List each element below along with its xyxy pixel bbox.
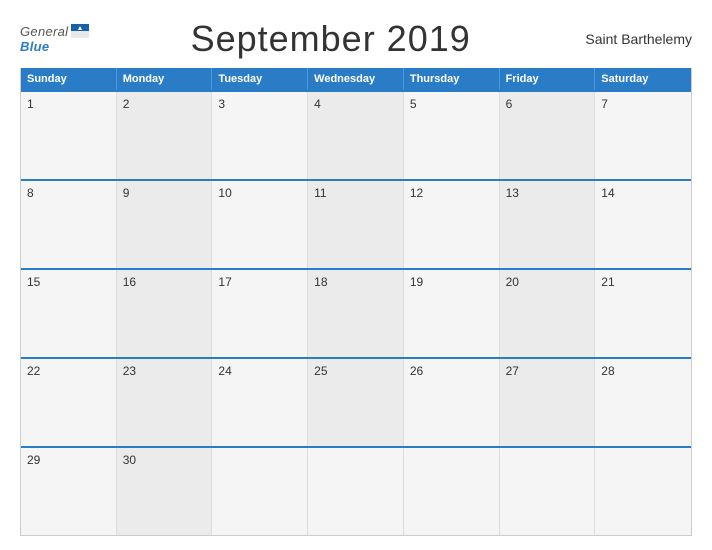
day-number: 20	[506, 275, 519, 289]
day-number: 4	[314, 97, 321, 111]
day-cell: 29	[21, 448, 117, 535]
day-number: 7	[601, 97, 608, 111]
weekdays-row: SundayMondayTuesdayWednesdayThursdayFrid…	[21, 68, 691, 90]
weekday-thursday: Thursday	[404, 68, 500, 90]
day-cell: 30	[117, 448, 213, 535]
day-cell: 22	[21, 359, 117, 446]
logo: General Blue	[20, 24, 89, 54]
day-cell	[308, 448, 404, 535]
day-number: 22	[27, 364, 40, 378]
logo-blue-text: Blue	[20, 39, 49, 54]
day-number: 16	[123, 275, 136, 289]
day-cell: 8	[21, 181, 117, 268]
day-number: 25	[314, 364, 327, 378]
day-cell: 12	[404, 181, 500, 268]
day-cell: 10	[212, 181, 308, 268]
day-cell: 20	[500, 270, 596, 357]
day-cell: 24	[212, 359, 308, 446]
day-cell: 7	[595, 92, 691, 179]
day-number: 21	[601, 275, 614, 289]
week-row-5: 29 30	[21, 446, 691, 535]
day-cell: 13	[500, 181, 596, 268]
day-cell: 15	[21, 270, 117, 357]
logo-flag-icon	[71, 24, 89, 38]
day-number: 12	[410, 186, 423, 200]
day-number: 23	[123, 364, 136, 378]
day-number: 24	[218, 364, 231, 378]
day-cell: 9	[117, 181, 213, 268]
day-cell: 21	[595, 270, 691, 357]
weekday-saturday: Saturday	[595, 68, 691, 90]
header: General Blue September 2019 Saint Barthe…	[20, 18, 692, 60]
day-number: 1	[27, 97, 34, 111]
day-cell: 19	[404, 270, 500, 357]
day-number: 8	[27, 186, 34, 200]
week-row-1: 1 2 3 4 5 6 7	[21, 90, 691, 179]
day-cell	[404, 448, 500, 535]
week-row-4: 22 23 24 25 26 27 28	[21, 357, 691, 446]
day-number: 2	[123, 97, 130, 111]
day-number: 14	[601, 186, 614, 200]
day-cell: 11	[308, 181, 404, 268]
weeks-container: 1234567891011121314151617181920212223242…	[21, 90, 691, 535]
day-cell: 1	[21, 92, 117, 179]
day-number: 17	[218, 275, 231, 289]
weekday-friday: Friday	[500, 68, 596, 90]
logo-general-text: General	[20, 24, 68, 39]
day-number: 6	[506, 97, 513, 111]
day-cell: 16	[117, 270, 213, 357]
week-row-3: 15 16 17 18 19 20 21	[21, 268, 691, 357]
day-cell: 26	[404, 359, 500, 446]
day-cell	[212, 448, 308, 535]
day-cell	[595, 448, 691, 535]
day-cell	[500, 448, 596, 535]
day-number: 19	[410, 275, 423, 289]
day-cell: 2	[117, 92, 213, 179]
day-cell: 3	[212, 92, 308, 179]
day-number: 3	[218, 97, 225, 111]
day-number: 27	[506, 364, 519, 378]
day-number: 15	[27, 275, 40, 289]
day-number: 26	[410, 364, 423, 378]
day-number: 11	[314, 186, 326, 200]
calendar-page: General Blue September 2019 Saint Barthe…	[0, 0, 712, 550]
weekday-tuesday: Tuesday	[212, 68, 308, 90]
day-cell: 18	[308, 270, 404, 357]
day-cell: 27	[500, 359, 596, 446]
country-label: Saint Barthelemy	[572, 31, 692, 47]
day-cell: 5	[404, 92, 500, 179]
calendar-grid: SundayMondayTuesdayWednesdayThursdayFrid…	[20, 68, 692, 536]
day-number: 5	[410, 97, 417, 111]
day-number: 10	[218, 186, 231, 200]
week-row-2: 8 9 10 11 12 13 14	[21, 179, 691, 268]
day-cell: 14	[595, 181, 691, 268]
day-number: 29	[27, 453, 40, 467]
weekday-wednesday: Wednesday	[308, 68, 404, 90]
day-cell: 6	[500, 92, 596, 179]
day-number: 13	[506, 186, 519, 200]
day-number: 9	[123, 186, 130, 200]
calendar-title: September 2019	[89, 18, 572, 60]
weekday-sunday: Sunday	[21, 68, 117, 90]
day-number: 18	[314, 275, 327, 289]
weekday-monday: Monday	[117, 68, 213, 90]
day-number: 30	[123, 453, 136, 467]
day-cell: 4	[308, 92, 404, 179]
day-number: 28	[601, 364, 614, 378]
day-cell: 17	[212, 270, 308, 357]
day-cell: 23	[117, 359, 213, 446]
day-cell: 25	[308, 359, 404, 446]
day-cell: 28	[595, 359, 691, 446]
